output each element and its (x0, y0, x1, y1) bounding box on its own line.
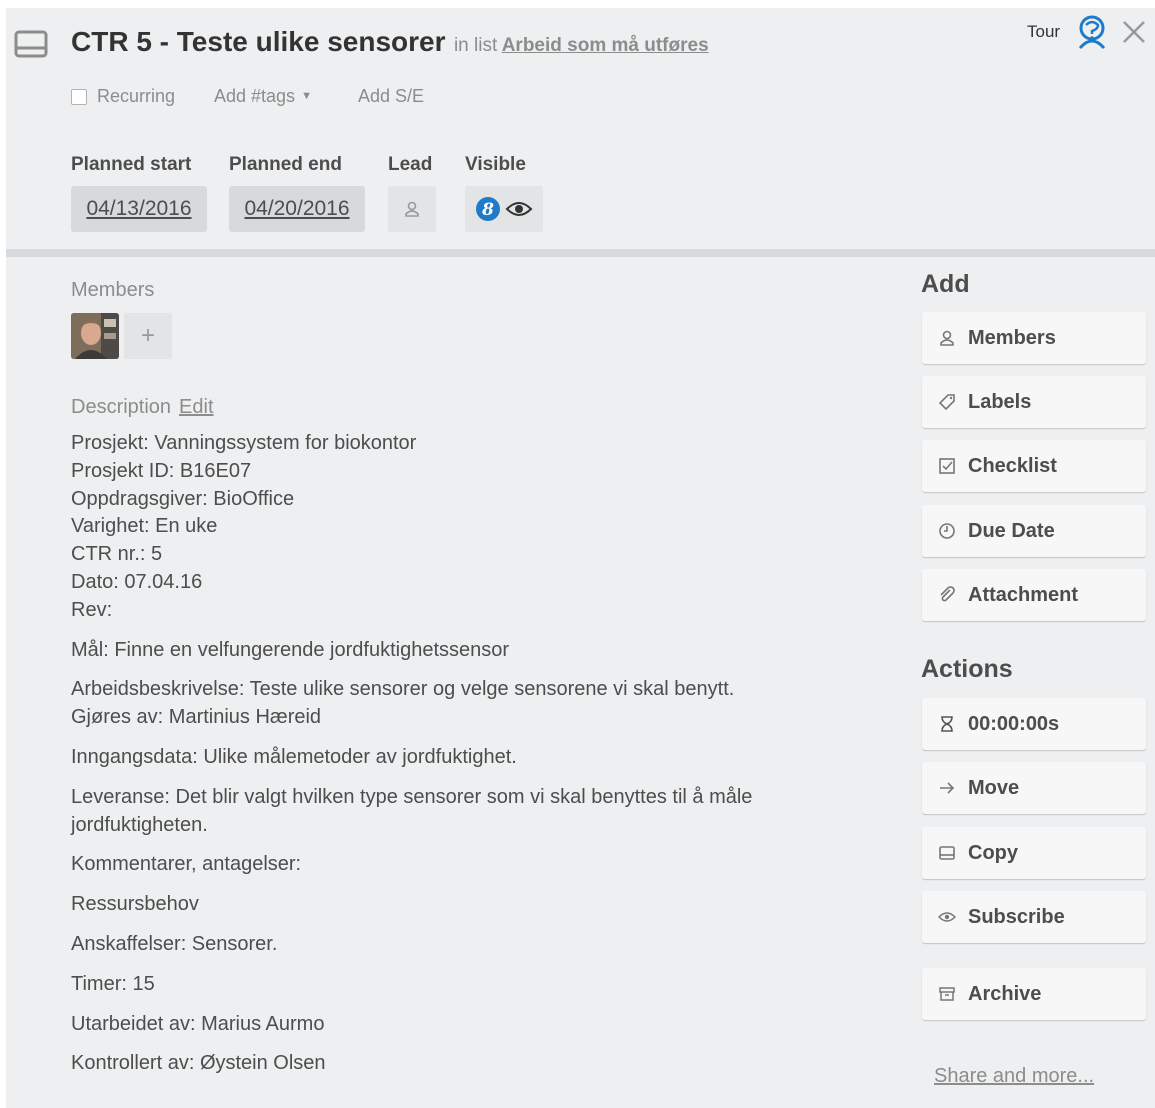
add-member-button[interactable]: + (124, 313, 172, 359)
eye-icon (938, 912, 956, 922)
add-checklist-button[interactable]: Checklist (922, 440, 1146, 492)
add-labels-label: Labels (968, 390, 1032, 413)
acquisitions-text: Anskaffelser: Sensorer. (71, 932, 278, 955)
delivery-text: Leveranse: Det blir valgt hvilken type s… (71, 785, 753, 836)
caret-down-icon: ▼ (301, 90, 312, 102)
visibility-badge-icon: 8 (476, 197, 500, 221)
share-and-more-link[interactable]: Share and more... (934, 1065, 1094, 1088)
title-line: CTR 5 - Teste ulike sensorer in list Arb… (71, 26, 709, 58)
paperclip-icon (940, 586, 955, 602)
timer-button[interactable]: 00:00:00s (922, 698, 1146, 750)
svg-text:8: 8 (481, 200, 494, 220)
add-attachment-label: Attachment (968, 583, 1079, 606)
header-separator (6, 249, 1155, 257)
subscribe-button[interactable]: Subscribe (922, 891, 1146, 943)
add-heading: Add (921, 270, 970, 298)
add-members-label: Members (968, 326, 1056, 349)
card-header: CTR 5 - Teste ulike sensorer in list Arb… (6, 8, 1155, 248)
input-data-text: Inngangsdata: Ulike målemetoder av jordf… (71, 745, 517, 768)
description-header: Description Edit (71, 396, 214, 419)
move-label: Move (968, 776, 1020, 799)
description-line: Prosjekt: Vanningssystem for biokontor (71, 432, 417, 454)
actions-heading: Actions (921, 655, 1013, 683)
planned-end-field[interactable]: 04/20/2016 (229, 186, 365, 232)
performed-by-text: Gjøres av: Martinius Hæreid (71, 706, 322, 729)
in-list-prefix: in list (453, 35, 498, 56)
visibility-button[interactable]: 8 (465, 186, 543, 232)
description-label: Description (71, 396, 172, 418)
visible-label: Visible (465, 154, 526, 175)
comments-text: Kommentarer, antagelser: (71, 853, 302, 876)
card-window: CTR 5 - Teste ulike sensorer in list Arb… (6, 8, 1155, 1108)
archive-label: Archive (968, 982, 1042, 1005)
card-copy-icon (939, 846, 955, 860)
add-tags-label: Add #tags (214, 86, 296, 106)
eye-icon (505, 202, 533, 216)
recurring-label: Recurring (97, 86, 176, 106)
avatar[interactable] (71, 313, 119, 359)
work-description-text: Arbeidsbeskrivelse: Teste ulike sensorer… (71, 678, 735, 701)
archive-icon (939, 987, 955, 1001)
description-line: CTR nr.: 5 (71, 543, 163, 566)
person-icon (940, 330, 954, 346)
copy-label: Copy (968, 841, 1018, 864)
add-due-date-button[interactable]: Due Date (922, 505, 1146, 557)
add-members-button[interactable]: Members (922, 312, 1146, 364)
list-link[interactable]: Arbeid som må utføres (502, 35, 709, 56)
clock-icon (939, 523, 955, 539)
resources-text: Ressursbehov (71, 893, 199, 916)
tour-icon[interactable] (1074, 14, 1110, 50)
planned-start-label: Planned start (71, 154, 192, 175)
add-due-date-label: Due Date (968, 519, 1055, 542)
card-icon (14, 30, 48, 58)
lead-label: Lead (388, 154, 433, 175)
recurring-toggle[interactable]: Recurring (71, 86, 175, 107)
description-line: Rev: (71, 598, 113, 621)
checked-by-text: Kontrollert av: Øystein Olsen (71, 1052, 326, 1075)
description-line: Dato: 07.04.16 (71, 570, 203, 593)
add-tags-button[interactable]: Add #tags ▼ (214, 86, 312, 107)
add-labels-button[interactable]: Labels (922, 376, 1146, 428)
subscribe-label: Subscribe (968, 905, 1065, 928)
tag-icon (938, 394, 955, 411)
recurring-checkbox[interactable] (71, 88, 87, 105)
edit-description-link[interactable]: Edit (179, 396, 213, 418)
planned-start-field[interactable]: 04/13/2016 (71, 186, 207, 232)
description-line: Prosjekt ID: B16E07 (71, 459, 252, 482)
add-attachment-button[interactable]: Attachment (922, 569, 1146, 621)
add-checklist-label: Checklist (968, 454, 1057, 477)
arrow-right-icon (940, 782, 955, 794)
timer-label: 00:00:00s (968, 712, 1060, 735)
close-icon[interactable] (1120, 18, 1148, 46)
planned-end-label: Planned end (229, 154, 342, 175)
move-button[interactable]: Move (922, 762, 1146, 814)
lead-button[interactable] (388, 186, 436, 232)
archive-button[interactable]: Archive (922, 968, 1146, 1020)
copy-button[interactable]: Copy (922, 827, 1146, 879)
checklist-icon (939, 458, 955, 474)
person-icon (405, 201, 419, 217)
work-description: Arbeidsbeskrivelse: Teste ulike sensorer… (71, 676, 861, 732)
members-label: Members (71, 279, 155, 301)
description-line: Oppdragsgiver: BioOffice (71, 487, 295, 510)
description-line: Varighet: En uke (71, 515, 218, 538)
tour-link[interactable]: Tour (1027, 22, 1060, 42)
card-title[interactable]: CTR 5 - Teste ulike sensorer (71, 26, 446, 57)
hours-text: Timer: 15 (71, 972, 155, 995)
add-se-button[interactable]: Add S/E (358, 86, 424, 107)
description-body: Prosjekt: Vanningssystem for biokontor P… (71, 430, 861, 1078)
prepared-by-text: Utarbeidet av: Marius Aurmo (71, 1012, 325, 1035)
hourglass-icon (941, 716, 953, 732)
goal-text: Mål: Finne en velfungerende jordfuktighe… (71, 638, 510, 661)
